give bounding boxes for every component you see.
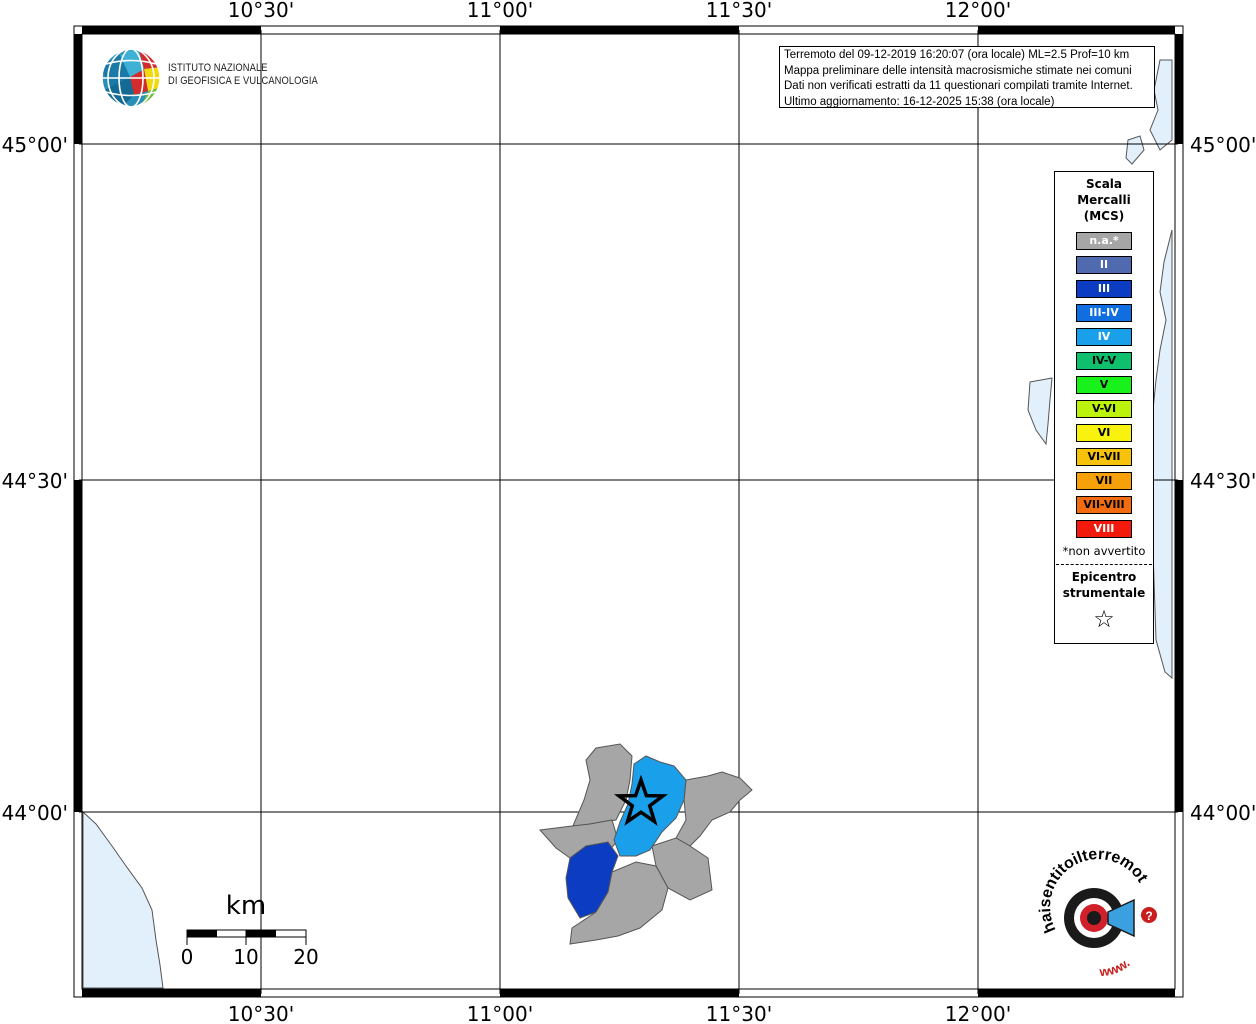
delta-islet bbox=[1125, 135, 1145, 165]
legend-item: VII bbox=[1076, 472, 1132, 490]
legend-title-line3: (MCS) bbox=[1083, 209, 1125, 223]
haisentito-www: www. bbox=[1098, 955, 1133, 979]
legend-item: VI-VII bbox=[1076, 448, 1132, 466]
scale-bar: km 0 10 20 bbox=[181, 891, 319, 969]
lon-label-1200-bottom: 12°00' bbox=[945, 1002, 1011, 1024]
question-mark: ? bbox=[1145, 909, 1152, 923]
legend-title-line1: Scala bbox=[1085, 177, 1123, 191]
lon-label-1100-bottom: 11°00' bbox=[467, 1002, 533, 1024]
scalebar-unit: km bbox=[226, 891, 266, 921]
municipality-polygons bbox=[538, 743, 753, 945]
legend-title: Scala Mercalli (MCS) bbox=[1055, 176, 1153, 224]
legend-item: n.a.* bbox=[1076, 232, 1132, 250]
lon-label-1200-top: 12°00' bbox=[945, 0, 1011, 22]
legend-item: VIII bbox=[1076, 520, 1132, 538]
legend-item: VI bbox=[1076, 424, 1132, 442]
longitude-labels-top: 10°30' 11°00' 11°30' 12°00' bbox=[228, 0, 1011, 22]
sea-area-southwest bbox=[82, 810, 164, 989]
legend-item: III-IV bbox=[1076, 304, 1132, 322]
lagoon-area bbox=[1027, 377, 1053, 446]
legend-item: VII-VIII bbox=[1076, 496, 1132, 514]
legend-epicenter-title: Epicentro strumentale bbox=[1055, 569, 1153, 601]
legend-item: II bbox=[1076, 256, 1132, 274]
legend-separator bbox=[1056, 564, 1152, 565]
ingv-logo: ISTITUTO NAZIONALE DI GEOFISICA E VULCAN… bbox=[100, 47, 320, 109]
lat-label-4500-left: 45°00' bbox=[2, 133, 68, 157]
municipality-not-felt-east bbox=[675, 771, 753, 847]
lon-label-1130-bottom: 11°30' bbox=[706, 1002, 772, 1024]
scalebar-label-0: 0 bbox=[181, 945, 194, 969]
legend-items: n.a.* II III III-IV IV IV-V V V-VI VI VI-VII VII VI… bbox=[1055, 232, 1153, 538]
latitude-labels-left: 45°00' 44°30' 44°00' bbox=[2, 133, 68, 825]
legend-item: IV-V bbox=[1076, 352, 1132, 370]
ingv-name-line1: ISTITUTO NAZIONALE bbox=[168, 62, 268, 74]
info-line-update: Ultimo aggiornamento: 16-12-2025 15:38 (… bbox=[784, 95, 1055, 108]
lon-label-1100-top: 11°00' bbox=[467, 0, 533, 22]
lat-label-4400-right: 44°00' bbox=[1190, 801, 1256, 825]
lat-label-4430-left: 44°30' bbox=[2, 469, 68, 493]
legend-epicenter-line1: Epicentro bbox=[1071, 570, 1137, 584]
earthquake-info-box: Terremoto del 09-12-2019 16:20:07 (ora l… bbox=[779, 46, 1155, 108]
ingv-name: ISTITUTO NAZIONALE DI GEOFISICA E VULCAN… bbox=[168, 62, 318, 88]
epicenter-star-icon: ☆ bbox=[1093, 605, 1115, 633]
latitude-labels-right: 45°00' 44°30' 44°00' bbox=[1190, 133, 1256, 825]
legend-item: III bbox=[1076, 280, 1132, 298]
scalebar-label-20: 20 bbox=[293, 945, 318, 969]
lon-label-1030-bottom: 10°30' bbox=[228, 1002, 294, 1024]
info-line-description: Mappa preliminare delle intensità macros… bbox=[784, 64, 1132, 77]
legend-epicenter-line2: strumentale bbox=[1062, 586, 1146, 600]
legend-note: *non avvertito bbox=[1062, 544, 1146, 558]
ingv-name-line2: DI GEOFISICA E VULCANOLOGIA bbox=[168, 75, 318, 87]
lon-label-1030-top: 10°30' bbox=[228, 0, 294, 22]
longitude-labels-bottom: 10°30' 11°00' 11°30' 12°00' bbox=[228, 1002, 1011, 1024]
mcs-legend: Scala Mercalli (MCS) n.a.* II III III-IV IV I… bbox=[1054, 171, 1154, 644]
scalebar-label-10: 10 bbox=[233, 945, 258, 969]
lat-label-4400-left: 44°00' bbox=[2, 801, 68, 825]
legend-item: IV bbox=[1076, 328, 1132, 346]
legend-title-line2: Mercalli bbox=[1077, 193, 1131, 207]
legend-item: V-VI bbox=[1076, 400, 1132, 418]
lat-label-4500-right: 45°00' bbox=[1190, 133, 1256, 157]
legend-item: V bbox=[1076, 376, 1132, 394]
info-line-data-source: Dati non verificati estratti da 11 quest… bbox=[784, 80, 1133, 92]
lat-label-4430-right: 44°30' bbox=[1190, 469, 1256, 493]
lon-label-1130-top: 11°30' bbox=[706, 0, 772, 22]
globe-icon bbox=[101, 48, 161, 108]
info-line-event: Terremoto del 09-12-2019 16:20:07 (ora l… bbox=[784, 49, 1130, 61]
